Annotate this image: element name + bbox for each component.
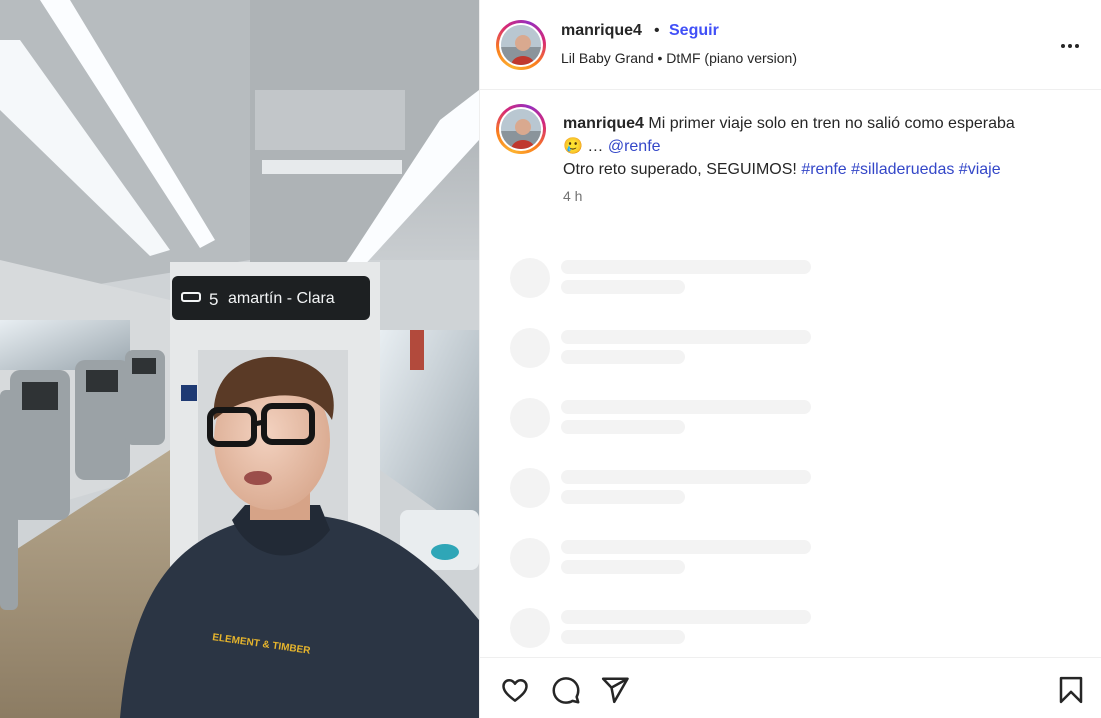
train-sign-number: 5	[209, 290, 218, 309]
hashtag-link[interactable]: #silladeruedas	[851, 161, 954, 178]
comment-button[interactable]	[551, 675, 581, 705]
more-horizontal-icon	[1061, 44, 1065, 48]
post-detail-panel: manrique4 • Seguir Lil Baby Grand • DtMF…	[479, 0, 1101, 718]
hashtag-link[interactable]: #renfe	[801, 161, 846, 178]
audio-track: DtMF (piano version)	[666, 50, 797, 66]
separator-dot: •	[654, 22, 660, 39]
hashtag-link[interactable]: #viaje	[959, 161, 1001, 178]
share-button[interactable]	[600, 675, 630, 705]
author-username[interactable]: manrique4	[561, 22, 642, 40]
caption-text: manrique4 Mi primer viaje solo en tren n…	[563, 112, 1083, 181]
avatar-image	[501, 25, 541, 65]
skeleton-row	[510, 398, 830, 468]
emoji: 🥲	[563, 138, 583, 155]
skeleton-row	[510, 538, 830, 608]
audio-separator: •	[657, 50, 663, 66]
train-sign-text: amartín - Clara	[228, 290, 335, 307]
comment-icon	[552, 677, 580, 704]
caption-username[interactable]: manrique4	[563, 115, 644, 132]
like-button[interactable]	[500, 675, 530, 705]
follow-button[interactable]: Seguir	[669, 22, 719, 40]
caption-avatar[interactable]	[496, 104, 546, 154]
post-timestamp[interactable]: 4 h	[563, 188, 582, 204]
post-actions-bar	[480, 657, 1101, 718]
mention-link[interactable]: @renfe	[608, 138, 661, 155]
save-button[interactable]	[1056, 675, 1086, 705]
audio-track-link[interactable]: Lil Baby Grand • DtMF (piano version)	[561, 50, 797, 66]
avatar-image	[501, 109, 541, 149]
post-header: manrique4 • Seguir Lil Baby Grand • DtMF…	[480, 0, 1101, 90]
post-media[interactable]: 5 amartín - Clara ELEMENT & TIMBER	[0, 0, 479, 718]
bookmark-icon	[1059, 676, 1083, 704]
caption-ellipsis: …	[587, 138, 604, 155]
caption-line2: Otro reto superado, SEGUIMOS!	[563, 161, 797, 178]
caption-line1: Mi primer viaje solo en tren no salió co…	[648, 115, 1015, 132]
skeleton-row	[510, 468, 830, 538]
train-selfie-photo: 5 amartín - Clara ELEMENT & TIMBER	[0, 0, 479, 718]
avatar[interactable]	[496, 20, 546, 70]
skeleton-row	[510, 258, 830, 328]
skeleton-row	[510, 328, 830, 398]
audio-artist: Lil Baby Grand	[561, 50, 654, 66]
paper-plane-icon	[601, 677, 629, 704]
more-options-button[interactable]	[1058, 34, 1082, 58]
heart-icon	[502, 679, 528, 702]
comments-loading-skeleton	[510, 258, 830, 678]
